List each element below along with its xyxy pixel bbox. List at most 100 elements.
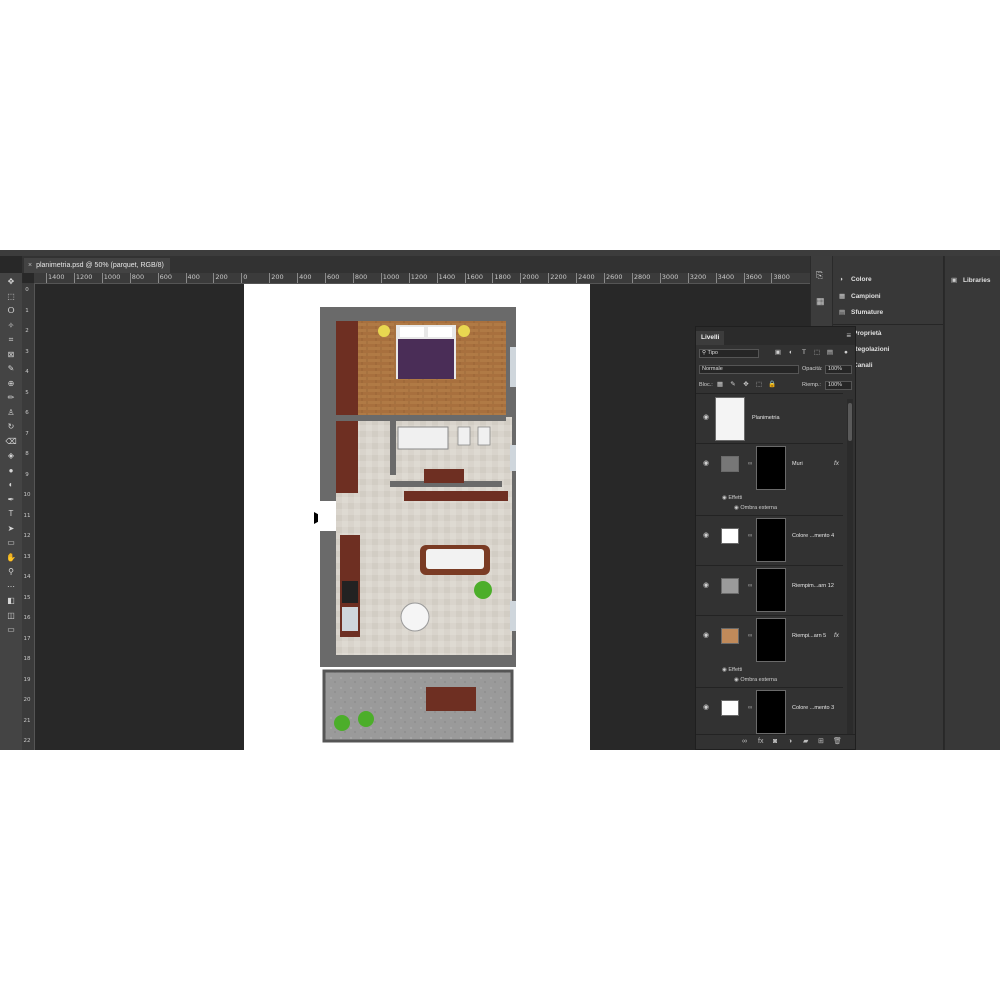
grid-icon[interactable]: ▦ xyxy=(816,296,826,306)
artboard[interactable] xyxy=(244,284,590,750)
new-layer-icon[interactable]: ⊞ xyxy=(818,738,824,746)
visibility-eye-icon[interactable]: ◉ xyxy=(701,414,711,422)
link-chain-icon[interactable]: ∞ xyxy=(748,582,752,590)
crop-tool-icon[interactable]: ⌗ xyxy=(4,334,18,345)
visibility-eye-icon[interactable]: ◉ xyxy=(701,532,711,540)
effect-item[interactable]: ◉ Ombra esterna xyxy=(734,504,777,512)
filter-smart-icon[interactable]: ▤ xyxy=(826,349,834,357)
lock-all-icon[interactable]: 🔒 xyxy=(768,381,776,389)
magic-wand-tool-icon[interactable]: ✧ xyxy=(4,320,18,331)
document-tab[interactable]: × planimetria.psd @ 50% (parquet, RGB/8) xyxy=(24,258,170,273)
layer-row[interactable]: ◉ ∞ Colore ...mento 3 xyxy=(696,687,843,737)
link-chain-icon[interactable]: ∞ xyxy=(748,460,752,468)
floor-plan[interactable] xyxy=(318,305,518,745)
type-tool-icon[interactable]: T xyxy=(4,508,18,519)
layer-mask-thumbnail[interactable] xyxy=(756,618,786,662)
trash-icon[interactable]: 🗑 xyxy=(833,738,842,746)
eraser-tool-icon[interactable]: ⌫ xyxy=(4,436,18,447)
layer-name[interactable]: Planimetria xyxy=(752,414,780,422)
layer-thumbnail[interactable] xyxy=(721,628,739,644)
lock-position-icon[interactable]: ✥ xyxy=(742,381,750,389)
layer-name[interactable]: Colore ...mento 4 xyxy=(792,532,834,540)
close-icon[interactable]: × xyxy=(28,262,32,269)
tab-proprieta[interactable]: Proprietà xyxy=(853,330,882,337)
layer-filter-select[interactable]: ⚲ Tipo xyxy=(699,349,759,358)
layer-mask-thumbnail[interactable] xyxy=(756,690,786,734)
visibility-eye-icon[interactable]: ◉ xyxy=(701,704,711,712)
layer-row[interactable]: ◉ ∞ Muri fx ◉ Effetti ◉ Ombra esterna xyxy=(696,443,843,515)
filter-type-icon[interactable]: T xyxy=(800,349,808,357)
layer-thumbnail[interactable] xyxy=(721,456,739,472)
layer-thumbnail[interactable] xyxy=(721,528,739,544)
layer-name[interactable]: Riempi...arn 5 xyxy=(792,632,826,640)
layer-thumbnail[interactable] xyxy=(715,397,745,441)
tab-regolazioni[interactable]: Regolazioni xyxy=(853,346,889,353)
link-chain-icon[interactable]: ∞ xyxy=(748,632,752,640)
color-swatches-icon[interactable]: ◧ xyxy=(4,595,18,606)
pen-tool-icon[interactable]: ✒ xyxy=(4,494,18,505)
effects-label[interactable]: ◉ Effetti xyxy=(722,666,742,674)
screen-mode-icon[interactable]: ▭ xyxy=(4,624,18,635)
shape-tool-icon[interactable]: ▭ xyxy=(4,537,18,548)
lock-artboard-icon[interactable]: ⬚ xyxy=(755,381,763,389)
quick-mask-icon[interactable]: ◫ xyxy=(4,610,18,621)
effect-item[interactable]: ◉ Ombra esterna xyxy=(734,676,777,684)
layer-row[interactable]: ◉ ∞ Riempi...arn 5 fx ◉ Effetti ◉ Ombra ester… xyxy=(696,615,843,687)
layer-row[interactable]: ◉ Planimetria xyxy=(696,393,843,443)
layer-row[interactable]: ◉ ∞ Riempim...arn 12 xyxy=(696,565,843,615)
tab-libraries[interactable]: ▣ Libraries xyxy=(951,276,990,284)
tab-sfumature[interactable]: ▤ Sfumature xyxy=(839,308,883,316)
layer-name[interactable]: Colore ...mento 3 xyxy=(792,704,834,712)
fill-input[interactable]: 100% xyxy=(825,381,852,390)
effects-label[interactable]: ◉ Effetti xyxy=(722,494,742,502)
lock-transparency-icon[interactable]: ▦ xyxy=(716,381,724,389)
fx-icon[interactable]: fx xyxy=(758,738,763,746)
lock-pixels-icon[interactable]: ✎ xyxy=(729,381,737,389)
layer-fx-icon[interactable]: fx xyxy=(834,632,839,640)
layer-mask-thumbnail[interactable] xyxy=(756,446,786,490)
move-tool-icon[interactable]: ✥ xyxy=(4,276,18,287)
link-chain-icon[interactable]: ∞ xyxy=(748,704,752,712)
visibility-eye-icon[interactable]: ◉ xyxy=(701,460,711,468)
eyedropper-tool-icon[interactable]: ✎ xyxy=(4,363,18,374)
layer-mask-thumbnail[interactable] xyxy=(756,518,786,562)
layer-fx-icon[interactable]: fx xyxy=(834,460,839,468)
lasso-tool-icon[interactable]: ⵔ xyxy=(4,305,18,316)
folder-icon[interactable]: ▰ xyxy=(803,738,808,746)
layer-mask-thumbnail[interactable] xyxy=(756,568,786,612)
layer-thumbnail[interactable] xyxy=(721,578,739,594)
frame-tool-icon[interactable]: ⊠ xyxy=(4,349,18,360)
brush-tool-icon[interactable]: ✏ xyxy=(4,392,18,403)
visibility-eye-icon[interactable]: ◉ xyxy=(701,582,711,590)
marquee-tool-icon[interactable]: ⬚ xyxy=(4,291,18,302)
filter-shape-icon[interactable]: ⬚ xyxy=(813,349,821,357)
gradient-tool-icon[interactable]: ◈ xyxy=(4,450,18,461)
dodge-tool-icon[interactable]: ◐ xyxy=(4,479,18,490)
layer-thumbnail[interactable] xyxy=(721,700,739,716)
panel-menu-icon[interactable]: ≡ xyxy=(846,331,851,341)
link-chain-icon[interactable]: ∞ xyxy=(748,532,752,540)
history-brush-tool-icon[interactable]: ↻ xyxy=(4,421,18,432)
filter-adjust-icon[interactable]: ◐ xyxy=(787,349,795,357)
layer-row[interactable]: ◉ ∞ Colore ...mento 4 xyxy=(696,515,843,565)
tab-campioni[interactable]: ▦ Campioni xyxy=(839,292,881,300)
layers-scrollbar[interactable] xyxy=(847,399,853,739)
adjustment-icon[interactable]: ◑ xyxy=(788,738,792,746)
filter-pixel-icon[interactable]: ▣ xyxy=(774,349,782,357)
more-tools-icon[interactable]: ⋯ xyxy=(4,581,18,592)
link-icon[interactable]: ∞ xyxy=(742,738,747,746)
tab-livelli[interactable]: Livelli xyxy=(696,331,725,345)
scrollbar-thumb[interactable] xyxy=(848,403,852,441)
mask-icon[interactable]: ◙ xyxy=(773,738,777,746)
blend-mode-select[interactable]: Normale xyxy=(699,365,799,374)
zoom-tool-icon[interactable]: ⚲ xyxy=(4,566,18,577)
healing-tool-icon[interactable]: ⊕ xyxy=(4,378,18,389)
filter-toggle-icon[interactable]: ● xyxy=(842,349,850,357)
path-select-tool-icon[interactable]: ➤ xyxy=(4,523,18,534)
hand-tool-icon[interactable]: ✋ xyxy=(4,552,18,563)
stamp-tool-icon[interactable]: ♙ xyxy=(4,407,18,418)
blur-tool-icon[interactable]: ● xyxy=(4,465,18,476)
layer-name[interactable]: Muri xyxy=(792,460,803,468)
history-icon[interactable]: ⎘ xyxy=(816,270,826,280)
opacity-input[interactable]: 100% xyxy=(825,365,852,374)
